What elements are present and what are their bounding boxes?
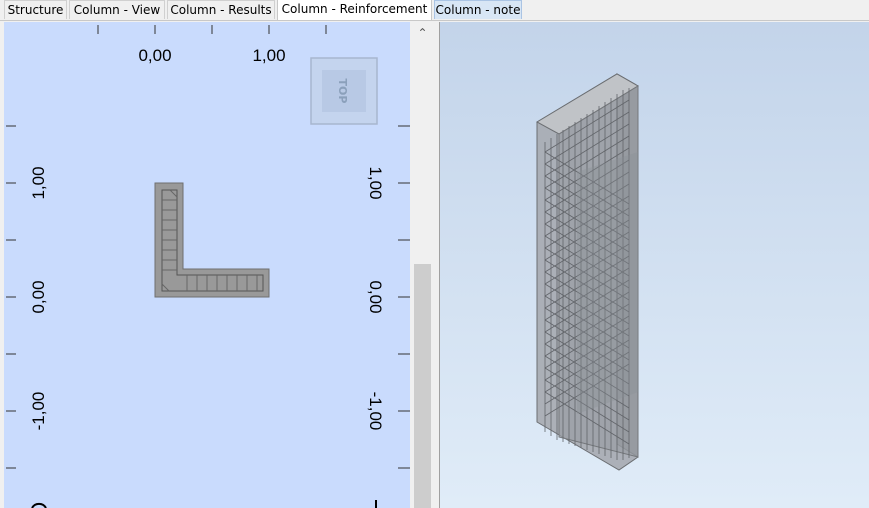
tab-bar: Structure Column - View Column - Results… (0, 0, 869, 21)
top-ruler (97, 25, 327, 34)
tab-underline (0, 20, 869, 21)
section-canvas: 0,00 1,00 1,00 0,00 -1,00 1,00 0,00 -1,0… (6, 25, 410, 508)
y-tick-label-right: 1,00 (366, 166, 385, 199)
tab-column-view[interactable]: Column - View (69, 0, 165, 19)
section-view[interactable]: 0,00 1,00 1,00 0,00 -1,00 1,00 0,00 -1,0… (4, 22, 410, 508)
y-tick-label-left: 0,00 (29, 280, 48, 313)
tab-column-results[interactable]: Column - Results (167, 0, 275, 19)
scroll-thumb[interactable] (414, 264, 431, 508)
tab-structure[interactable]: Structure (4, 0, 67, 19)
vertical-scrollbar[interactable]: ⌃ (412, 22, 433, 508)
x-tick-label: 1,00 (252, 46, 285, 65)
tab-column-reinforcement[interactable]: Column - Reinforcement (277, 0, 432, 21)
scroll-up-arrow-icon[interactable]: ⌃ (412, 22, 433, 44)
column-3d-canvas (535, 73, 639, 471)
y-tick-label-right: 0,00 (366, 280, 385, 313)
y-tick-label-left: 1,00 (29, 166, 48, 199)
y-tick-label-right: -1,00 (366, 392, 385, 431)
view-3d-border (439, 22, 440, 508)
column-section[interactable] (154, 182, 270, 298)
view-3d[interactable] (439, 22, 869, 508)
x-tick-label: 0,00 (138, 46, 171, 65)
left-ruler (6, 125, 16, 469)
tab-column-note[interactable]: Column - note (434, 0, 522, 19)
view-cube-label: TOP (336, 79, 349, 104)
view-cube[interactable]: TOP (310, 57, 378, 125)
y-tick-label-left: -1,00 (29, 392, 48, 431)
partial-label-glyph (31, 502, 47, 508)
right-ruler (398, 125, 410, 469)
column-3d-model[interactable] (535, 73, 639, 471)
